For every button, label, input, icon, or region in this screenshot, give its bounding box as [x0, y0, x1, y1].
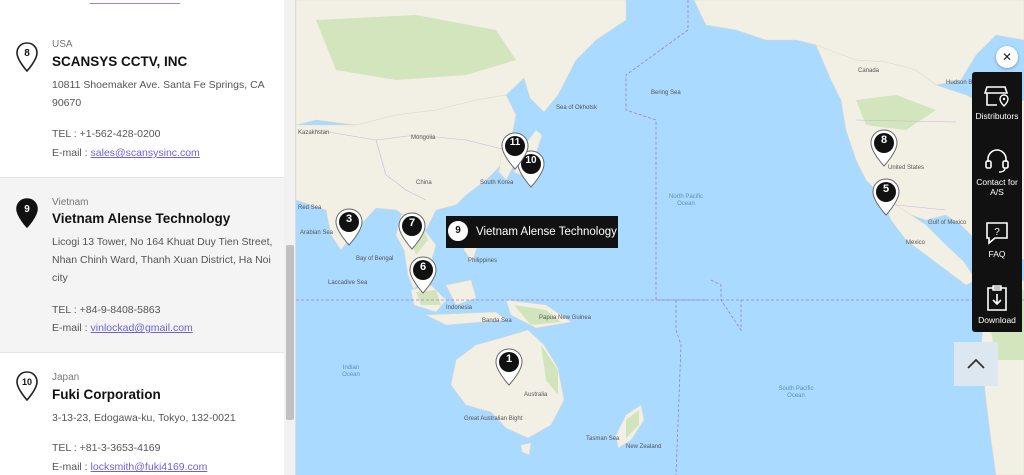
- map-label-new-zealand: New Zealand: [626, 444, 662, 450]
- side-toolbar: Distributors Contact for A/S ? FAQ Downl…: [972, 72, 1022, 332]
- contact-for-as-button[interactable]: Contact for A/S: [972, 148, 1022, 197]
- map-label-canada: Canada: [858, 68, 880, 74]
- distributor-list-panel: 8 USA SCANSYS CCTV, INC 10811 Shoemaker …: [0, 0, 296, 475]
- distributor-name: Fuki Corporation: [52, 387, 161, 402]
- ocean-label-indian: Indian Ocean: [342, 365, 360, 378]
- close-button[interactable]: ✕: [996, 46, 1018, 68]
- list-scrollbar-thumb[interactable]: [286, 245, 294, 420]
- distributor-email-link[interactable]: sales@scansysinc.com: [91, 147, 200, 159]
- scroll-to-top-button[interactable]: [954, 342, 998, 386]
- previous-entry-link-fragment: [90, 0, 180, 4]
- email-label: E-mail :: [52, 461, 91, 473]
- map-marker-11[interactable]: 11: [500, 132, 530, 170]
- distributor-number: 10: [21, 377, 32, 387]
- marker-number: 7: [408, 217, 416, 229]
- marker-number: 5: [882, 183, 890, 195]
- map-label-australia: Australia: [524, 392, 548, 398]
- faq-label: FAQ: [988, 249, 1006, 259]
- map-marker-6[interactable]: 6: [408, 256, 438, 294]
- marker-number: 6: [419, 261, 427, 273]
- distributor-tel: TEL : +81-3-3653-4169: [52, 442, 161, 454]
- map-marker-7[interactable]: 7: [397, 212, 427, 250]
- contact-for-as-label: Contact for A/S: [976, 177, 1018, 197]
- distributor-email-row: E-mail : locksmith@fuki4169.com: [52, 461, 207, 473]
- download-label: Download: [978, 315, 1016, 325]
- list-scrollbar[interactable]: [284, 0, 295, 475]
- map-label-south-korea: South Korea: [480, 180, 514, 186]
- map-label-laccadive-sea: Laccadive Sea: [328, 280, 368, 286]
- marker-number: 8: [880, 134, 888, 146]
- distributors-label: Distributors: [975, 111, 1019, 121]
- distributor-tel: TEL : +1-562-428-0200: [52, 128, 161, 140]
- map-label-bering-sea: Bering Sea: [651, 90, 681, 96]
- map-label-mexico: Mexico: [906, 240, 926, 246]
- marker-number: 11: [509, 137, 521, 148]
- distributor-address: 3-13-23, Edogawa-ku, Tokyo, 132-0021: [52, 412, 236, 424]
- world-map[interactable]: Sea of Okhotsk Kazakhstan Mongolia China…: [296, 0, 1024, 475]
- svg-text:?: ?: [994, 227, 1000, 238]
- map-label-china: China: [416, 180, 432, 186]
- map-marker-8[interactable]: 8: [869, 129, 899, 167]
- distributor-email-link[interactable]: locksmith@fuki4169.com: [91, 461, 208, 473]
- distributor-number: 8: [24, 48, 30, 59]
- map-label-indonesia: Indonesia: [446, 305, 473, 311]
- app: 8 USA SCANSYS CCTV, INC 10811 Shoemaker …: [0, 0, 1024, 475]
- map-marker-5[interactable]: 5: [871, 178, 901, 216]
- download-button[interactable]: Download: [972, 284, 1022, 325]
- map-label-mongolia: Mongolia: [411, 135, 436, 141]
- distributor-address: Licogi 13 Tower, No 164 Khuat Duy Tien S…: [52, 236, 273, 284]
- store-location-icon: [984, 86, 1009, 107]
- email-label: E-mail :: [52, 147, 91, 159]
- distributor-item-9[interactable]: 9 Vietnam Vietnam Alense Technology Lico…: [0, 178, 284, 353]
- distributor-email-link[interactable]: vinlockad@gmail.com: [91, 322, 193, 334]
- map-label-arabian-sea: Arabian Sea: [300, 230, 334, 236]
- map-label-red-sea: Red Sea: [298, 205, 322, 211]
- distributor-item-10[interactable]: 10 Japan Fuki Corporation 3-13-23, Edoga…: [0, 353, 284, 475]
- download-icon: [987, 285, 1007, 311]
- distributor-number: 9: [24, 204, 30, 215]
- faq-chat-icon: ?: [986, 222, 1008, 245]
- map-label-banda-sea: Banda Sea: [482, 318, 512, 324]
- ocean-label-north-pacific: North Pacific Ocean: [668, 194, 703, 207]
- distributor-item-8[interactable]: 8 USA SCANSYS CCTV, INC 10811 Shoemaker …: [0, 22, 284, 178]
- chevron-up-icon: [967, 358, 985, 369]
- map-label-bay-of-bengal: Bay of Bengal: [356, 256, 394, 262]
- distributor-email-row: E-mail : sales@scansysinc.com: [52, 147, 200, 159]
- distributor-name: Vietnam Alense Technology: [52, 211, 231, 226]
- map-label-philippines: Philippines: [468, 258, 498, 264]
- map-label-sea-of-okhotsk: Sea of Okhotsk: [556, 105, 598, 111]
- distributor-name: SCANSYS CCTV, INC: [52, 54, 188, 69]
- map-label-gulf-of-mexico: Gulf of Mexico: [928, 220, 967, 226]
- faq-button[interactable]: ? FAQ: [972, 220, 1022, 259]
- map-label-tasman-sea: Tasman Sea: [586, 436, 620, 442]
- tooltip-marker-number: 9: [446, 219, 470, 243]
- distributor-list[interactable]: 8 USA SCANSYS CCTV, INC 10811 Shoemaker …: [0, 0, 284, 475]
- distributor-tel: TEL : +84-9-8408-5863: [52, 304, 161, 316]
- map-marker-1[interactable]: 1: [494, 348, 524, 386]
- distributor-email-row: E-mail : vinlockad@gmail.com: [52, 322, 193, 334]
- map-label-great-australian-bight: Great Australian Bight: [464, 416, 523, 422]
- marker-number: 3: [345, 213, 353, 225]
- map-label-papua-new-guinea: Papua New Guinea: [539, 315, 592, 321]
- distributors-button[interactable]: Distributors: [972, 84, 1022, 121]
- distributor-address: 10811 Shoemaker Ave. Santa Fe Springs, C…: [52, 79, 265, 109]
- distributor-country: Japan: [52, 372, 80, 383]
- headset-icon: [985, 149, 1009, 173]
- distributor-country: USA: [52, 39, 73, 50]
- distributor-country: Vietnam: [52, 197, 89, 208]
- map-marker-3[interactable]: 3: [334, 208, 364, 246]
- marker-number: 1: [505, 353, 513, 365]
- selected-distributor-tooltip[interactable]: Vietnam Alense Technology: [446, 216, 618, 248]
- ocean-label-south-pacific: South Pacific Ocean: [778, 386, 814, 399]
- map-label-kazakhstan: Kazakhstan: [298, 130, 330, 136]
- email-label: E-mail :: [52, 322, 91, 334]
